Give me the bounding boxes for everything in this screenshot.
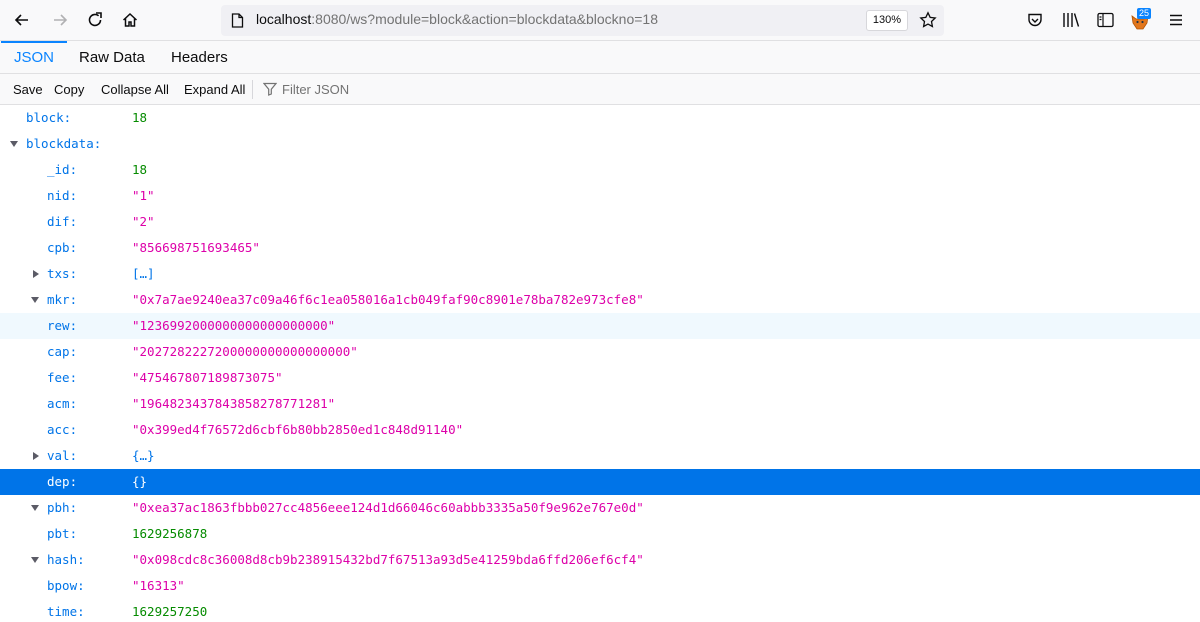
tree-row-bpow[interactable]: bpow: "16313" xyxy=(0,573,1200,599)
tree-key: val: xyxy=(47,448,78,463)
tree-key: fee: xyxy=(47,370,78,385)
tree-value: […] xyxy=(132,266,155,281)
tree-value: "0x098cdc8c36008d8cb9b238915432bd7f67513… xyxy=(132,552,644,567)
tree-key: rew: xyxy=(47,318,78,333)
tree-value: {…} xyxy=(132,448,155,463)
sidebar-icon[interactable] xyxy=(1097,12,1114,28)
tree-value: "0x399ed4f76572d6cbf6b80bb2850ed1c848d91… xyxy=(132,422,464,437)
tree-key: _id: xyxy=(47,162,78,177)
tree-value: "475467807189873075" xyxy=(132,370,283,385)
tree-row-pbh[interactable]: pbh: "0xea37ac1863fbbb027cc4856eee124d1d… xyxy=(0,495,1200,521)
tree-key: dep: xyxy=(47,474,78,489)
tree-key: txs: xyxy=(47,266,78,281)
home-icon xyxy=(122,12,138,27)
tab-headers[interactable]: Headers xyxy=(158,41,241,74)
tree-value: "856698751693465" xyxy=(132,240,260,255)
tree-row-pbt[interactable]: pbt: 1629256878 xyxy=(0,521,1200,547)
tree-row-fee[interactable]: fee: "475467807189873075" xyxy=(0,365,1200,391)
tree-row-val[interactable]: val: {…} xyxy=(0,443,1200,469)
tree-value: "0xea37ac1863fbbb027cc4856eee124d1d66046… xyxy=(132,500,644,515)
tree-value: "16313" xyxy=(132,578,185,593)
tree-value: "1964823437843858278771281" xyxy=(132,396,336,411)
zoom-level-button[interactable]: 130% xyxy=(866,10,908,31)
tree-row-acc[interactable]: acc: "0x399ed4f76572d6cbf6b80bb2850ed1c8… xyxy=(0,417,1200,443)
tree-row-mkr[interactable]: mkr: "0x7a7ae9240ea37c09a46f6c1ea058016a… xyxy=(0,287,1200,313)
tree-value: "2027282227200000000000000000" xyxy=(132,344,358,359)
tree-value: "1" xyxy=(132,188,155,203)
tree-row-rew[interactable]: rew: "1236992000000000000000000" xyxy=(0,313,1200,339)
tab-raw-data[interactable]: Raw Data xyxy=(66,41,158,74)
tree-row-block[interactable]: block: 18 xyxy=(0,105,1200,131)
tree-key: mkr: xyxy=(47,292,78,307)
tree-row-cpb[interactable]: cpb: "856698751693465" xyxy=(0,235,1200,261)
tree-value: "1236992000000000000000000" xyxy=(132,318,336,333)
bookmark-star-icon[interactable] xyxy=(919,11,937,29)
page-icon xyxy=(231,13,244,28)
tree-row-acm[interactable]: acm: "1964823437843858278771281" xyxy=(0,391,1200,417)
tree-key: nid: xyxy=(47,188,78,203)
tree-key: blockdata: xyxy=(26,136,102,151)
tree-row-hash[interactable]: hash: "0x098cdc8c36008d8cb9b238915432bd7… xyxy=(0,547,1200,573)
tree-key: cap: xyxy=(47,344,78,359)
tree-row-dep[interactable]: dep: {} xyxy=(0,469,1200,495)
tree-key: time: xyxy=(47,604,85,619)
tree-value: "0x7a7ae9240ea37c09a46f6c1ea058016a1cb04… xyxy=(132,292,644,307)
library-icon[interactable] xyxy=(1062,12,1080,28)
tree-key: acm: xyxy=(47,396,78,411)
tree-value: 1629257250 xyxy=(132,604,208,619)
tree-value: 18 xyxy=(132,162,148,177)
tree-row-nid[interactable]: nid: "1" xyxy=(0,183,1200,209)
expanded-chevron-icon[interactable] xyxy=(31,505,39,511)
pocket-icon[interactable] xyxy=(1027,12,1043,28)
address-bar[interactable]: localhost:8080/ws?module=block&action=bl… xyxy=(221,5,944,36)
tree-row-cap[interactable]: cap: "2027282227200000000000000000" xyxy=(0,339,1200,365)
toolbar-divider xyxy=(252,80,253,99)
tree-row-txs[interactable]: txs: […] xyxy=(0,261,1200,287)
filter-json-input[interactable]: Filter JSON xyxy=(282,74,349,105)
home-button[interactable] xyxy=(116,6,144,34)
tree-value: 18 xyxy=(132,110,148,125)
tree-value: "2" xyxy=(132,214,155,229)
extension-button[interactable]: 25 xyxy=(1131,8,1153,32)
collapsed-chevron-icon[interactable] xyxy=(33,452,39,460)
url-host: localhost xyxy=(256,11,312,27)
expanded-chevron-icon[interactable] xyxy=(31,557,39,563)
expand-all-button[interactable]: Expand All xyxy=(184,74,245,105)
collapse-all-button[interactable]: Collapse All xyxy=(101,74,169,105)
tree-value: {} xyxy=(132,474,148,489)
filter-icon xyxy=(263,82,277,96)
tree-key: block: xyxy=(26,110,72,125)
tree-value: 1629256878 xyxy=(132,526,208,541)
tab-json[interactable]: JSON xyxy=(1,41,68,74)
tree-key: pbt: xyxy=(47,526,78,541)
tree-key: dif: xyxy=(47,214,78,229)
forward-button[interactable] xyxy=(46,6,74,34)
expanded-chevron-icon[interactable] xyxy=(10,141,18,147)
save-button[interactable]: Save xyxy=(13,74,43,105)
extension-badge: 25 xyxy=(1137,8,1152,19)
tree-row-dif[interactable]: dif: "2" xyxy=(0,209,1200,235)
tree-key: acc: xyxy=(47,422,78,437)
back-button[interactable] xyxy=(8,6,36,34)
reload-icon xyxy=(88,12,102,27)
hamburger-menu-icon[interactable] xyxy=(1169,13,1183,27)
tree-row-time[interactable]: time: 1629257250 xyxy=(0,599,1200,622)
tree-key: hash: xyxy=(47,552,85,567)
arrow-right-icon xyxy=(54,14,68,26)
expanded-chevron-icon[interactable] xyxy=(31,297,39,303)
tree-key: cpb: xyxy=(47,240,78,255)
tree-key: pbh: xyxy=(47,500,78,515)
arrow-left-icon xyxy=(14,14,28,26)
url-path: :8080/ws?module=block&action=blockdata&b… xyxy=(311,11,659,27)
tree-key: bpow: xyxy=(47,578,85,593)
tree-row-id[interactable]: _id: 18 xyxy=(0,157,1200,183)
browser-toolbar: localhost:8080/ws?module=block&action=bl… xyxy=(0,0,1200,41)
json-toolbar: Save Copy Collapse All Expand All Filter… xyxy=(0,74,1200,105)
reload-button[interactable] xyxy=(81,6,109,34)
url-text: localhost:8080/ws?module=block&action=bl… xyxy=(256,11,658,27)
json-viewer-tabs: JSON Raw Data Headers xyxy=(0,41,1200,74)
copy-button[interactable]: Copy xyxy=(54,74,84,105)
collapsed-chevron-icon[interactable] xyxy=(33,270,39,278)
tree-row-blockdata[interactable]: blockdata: xyxy=(0,131,1200,157)
